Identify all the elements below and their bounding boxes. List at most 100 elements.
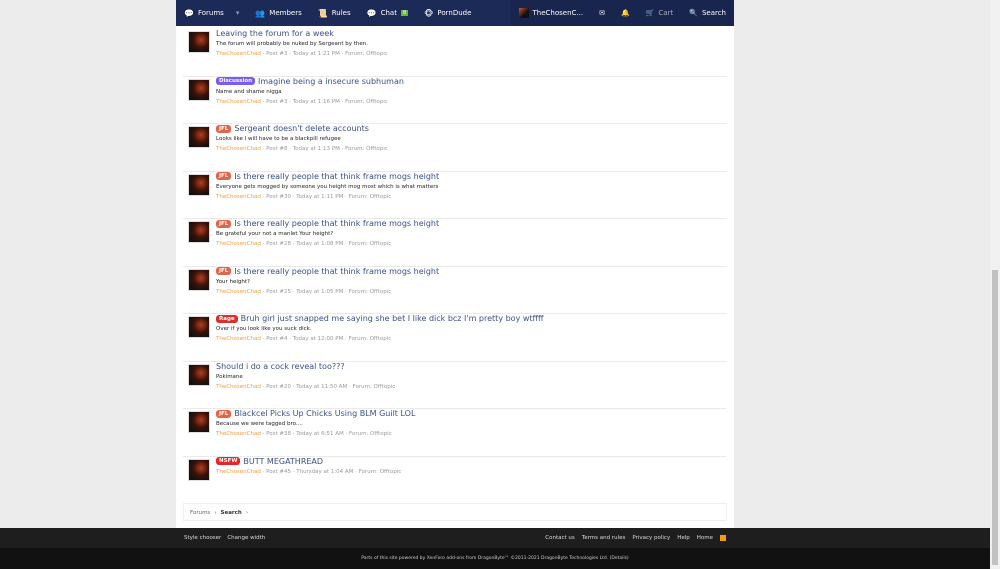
username-link[interactable]: TheChosenChad	[216, 146, 261, 152]
prefix-badge: Rage	[216, 314, 238, 323]
chat-count-badge: 8	[400, 10, 409, 16]
thread-title-link[interactable]: Is there really people that think frame …	[234, 267, 439, 276]
result-row: JFL Is there really people that think fra…	[183, 219, 727, 267]
style-chooser-link[interactable]: Style chooser	[184, 535, 221, 541]
thread-title-link[interactable]: BUTT MEGATHREAD	[243, 457, 323, 466]
nav-chat[interactable]: 💬 Chat 8	[359, 0, 417, 26]
thread-title-link[interactable]: Blackcel Picks Up Chicks Using BLM Guilt…	[234, 409, 415, 418]
snippet: Be grateful your not a manlet Your heigh…	[216, 231, 334, 237]
forum-link[interactable]: Forum: Offtopic	[345, 51, 388, 57]
post-time: Thursday at 1:04 AM	[296, 468, 354, 475]
thread-title-link[interactable]: Bruh girl just snapped me saying she bet…	[241, 314, 544, 323]
user-avatar	[518, 8, 529, 18]
thread-title-link[interactable]: Should i do a cock reveal too???	[216, 362, 345, 371]
scrollbar-thumb[interactable]	[992, 270, 998, 565]
home-link[interactable]: Home	[697, 535, 713, 541]
avatar[interactable]	[188, 78, 210, 101]
post-number: Post #28	[266, 241, 291, 247]
search-button[interactable]: 🔍 Search	[681, 0, 734, 26]
post-time: Today at 12:00 PM	[292, 336, 344, 342]
rss-icon[interactable]	[720, 535, 726, 541]
avatar[interactable]	[188, 221, 210, 243]
username-link[interactable]: TheChosenChad	[216, 51, 261, 57]
thread-title-link[interactable]: Imagine being a insecure subhuman	[258, 77, 404, 86]
breadcrumb: Forums › Search ›	[183, 503, 727, 521]
result-row: Should i do a cock reveal too??? Pokiman…	[183, 362, 727, 409]
post-time: Today at 1:11 PM	[296, 193, 344, 200]
contact-link[interactable]: Contact us	[545, 535, 575, 541]
help-link[interactable]: Help	[677, 535, 690, 541]
inbox-button[interactable]: ✉	[591, 0, 613, 26]
alerts-button[interactable]: 🔔	[612, 0, 638, 26]
avatar[interactable]	[188, 411, 210, 433]
nav-porndude[interactable]: 🐵 PornDude	[416, 0, 479, 26]
post-number: Post #25	[266, 288, 291, 295]
post-time: Today at 1:08 PM	[296, 241, 344, 247]
snippet: Your height?	[216, 278, 250, 285]
comments-icon: 💬	[184, 8, 194, 18]
avatar[interactable]	[188, 316, 210, 338]
post-number: Post #3	[266, 51, 288, 57]
terms-link[interactable]: Terms and rules	[582, 535, 626, 541]
result-row: JFL Is there really people that think fra…	[183, 172, 727, 219]
chevron-down-icon[interactable]: ▾	[236, 9, 240, 17]
porndude-icon: 🐵	[424, 8, 434, 18]
chevron-right-icon: ›	[245, 510, 249, 516]
result-row: Discussion Imagine being a insecure subhu…	[183, 77, 727, 124]
chevron-right-icon: ›	[214, 510, 217, 516]
forum-link[interactable]: Forum: Offtopic	[349, 336, 392, 342]
post-time: Today at 1:21 PM	[292, 51, 340, 57]
post-number: Post #8	[266, 146, 288, 152]
thread-title-link[interactable]: Leaving the forum for a week	[216, 29, 334, 38]
post-time: Today at 1:16 PM	[292, 98, 340, 105]
forum-link[interactable]: Forum: Offtopic	[349, 194, 392, 200]
prefix-badge: JFL	[216, 267, 232, 275]
chat-icon: 💬	[366, 8, 377, 18]
username-link[interactable]: TheChosenChad	[216, 384, 261, 390]
username-link[interactable]: TheChosenChad	[216, 194, 261, 200]
forum-link[interactable]: Forum: Offtopic	[349, 431, 392, 437]
avatar[interactable]	[188, 268, 210, 291]
result-row: NSFW BUTT MEGATHREAD TheChosenChad · Post…	[183, 457, 727, 504]
bell-icon: 🔔	[620, 9, 630, 17]
prefix-badge: NSFW	[216, 457, 241, 465]
thread-title-link[interactable]: Sergeant doesn't delete accounts	[234, 124, 369, 133]
snippet: Pokimane	[216, 373, 243, 380]
forum-link[interactable]: Forum: Offtopic	[345, 146, 388, 152]
thread-title-link[interactable]: Is there really people that think frame …	[234, 219, 439, 228]
privacy-link[interactable]: Privacy policy	[632, 535, 670, 541]
forum-link[interactable]: Forum: Offtopic	[359, 469, 402, 475]
prefix-badge: Discussion	[216, 77, 256, 85]
avatar[interactable]	[188, 363, 210, 386]
result-row: JFL Sergeant doesn't delete accounts Look…	[183, 124, 727, 172]
thread-title-link[interactable]: Is there really people that think frame …	[234, 172, 439, 181]
user-menu[interactable]: TheChosenC...	[510, 0, 592, 26]
forum-link[interactable]: Forum: Offtopic	[349, 289, 392, 295]
scrollbar[interactable]	[990, 0, 1000, 569]
forum-link[interactable]: Forum: Offtopic	[345, 99, 388, 105]
username-link[interactable]: TheChosenChad	[216, 289, 261, 295]
nav-rules[interactable]: 📜 Rules	[310, 0, 359, 26]
username-link[interactable]: TheChosenChad	[216, 241, 261, 247]
footer-links: Style chooser Change width Contact us Te…	[176, 528, 734, 548]
nav-members[interactable]: 👥 Members	[247, 0, 309, 26]
username-link[interactable]: TheChosenChad	[216, 469, 261, 475]
avatar[interactable]	[188, 173, 210, 196]
snippet: Because we were tagged bro....	[216, 421, 303, 427]
breadcrumb-forums[interactable]: Forums	[190, 510, 210, 516]
avatar[interactable]	[188, 126, 210, 148]
cart-icon: 🛒	[645, 9, 655, 17]
post-time: Today at 11:50 AM	[296, 383, 348, 390]
username-link[interactable]: TheChosenChad	[216, 99, 261, 105]
change-width-link[interactable]: Change width	[227, 535, 265, 541]
avatar[interactable]	[188, 458, 210, 481]
breadcrumb-search[interactable]: Search	[221, 510, 242, 516]
username-link[interactable]: TheChosenChad	[216, 336, 261, 342]
nav-forums[interactable]: 💬 Forums ▾	[176, 0, 247, 26]
cart-button[interactable]: 🛒 Cart	[637, 0, 682, 26]
forum-link[interactable]: Forum: Offtopic	[349, 241, 392, 247]
forum-link[interactable]: Forum: Offtopic	[353, 384, 396, 390]
post-number: Post #4	[266, 336, 288, 342]
username-link[interactable]: TheChosenChad	[216, 431, 261, 437]
avatar[interactable]	[188, 31, 210, 53]
